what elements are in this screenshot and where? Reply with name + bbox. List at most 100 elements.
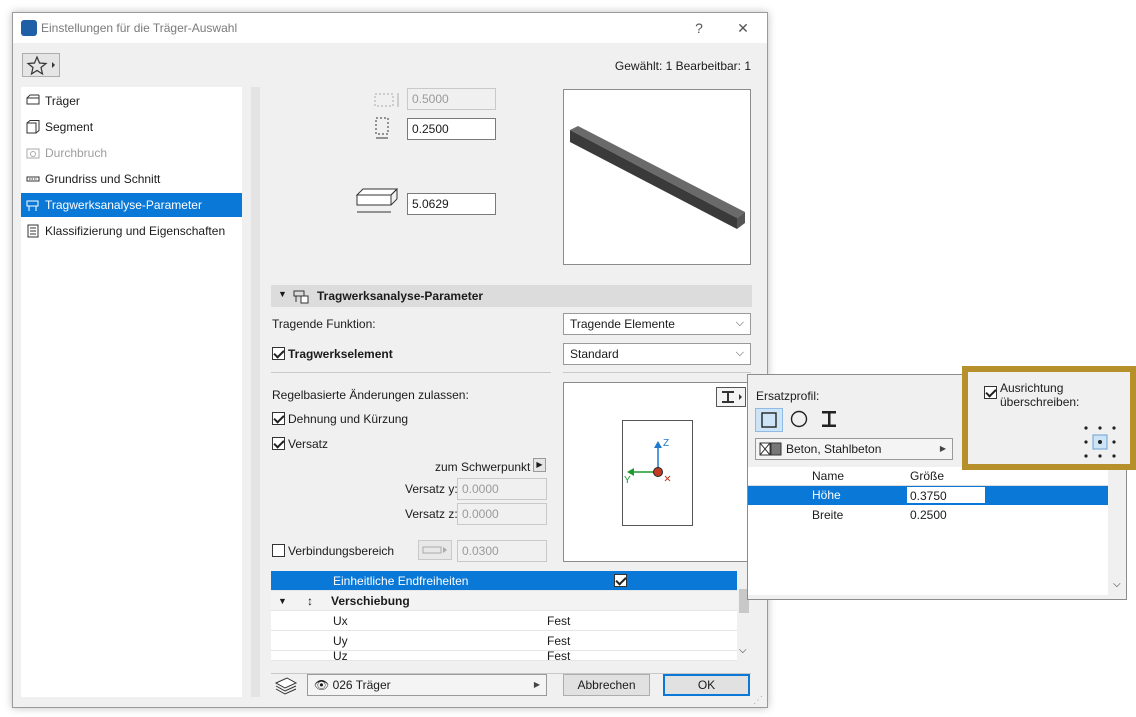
table-row[interactable]: Uy Fest [271,631,737,651]
anchor-point-icon[interactable] [1082,424,1120,462]
dehnung-checkbox[interactable] [272,412,285,425]
ausrichtung-label-line1: Ausrichtung [1000,381,1064,395]
ersatzprofil-label: Ersatzprofil: [756,389,820,403]
circle-icon [790,410,808,428]
sidebar-item-label: Durchbruch [45,146,108,160]
i-beam-icon [722,391,742,403]
chevron-down-icon[interactable]: ⌵ [739,645,747,656]
collapse-arrow-icon[interactable]: ▼ [278,591,287,611]
sidebar-item-segment[interactable]: Segment [21,115,242,139]
beam-3d-image [570,126,745,229]
sidebar-item-label: Tragwerksanalyse-Parameter [45,198,202,212]
table-cell: Ux [333,614,348,628]
height-field[interactable]: 0.2500 [407,118,496,140]
settings-content: 0.5000 0.2500 5.0629 ▼ Tragwerksanalyse-… [258,87,754,707]
regel-label: Regelbasierte Änderungen zulassen: [272,388,469,402]
versatz-z-field[interactable]: 0.0000 [457,503,547,525]
ausrichtung-highlight: Ausrichtung überschreiben: [962,366,1136,470]
sidebar-item-label: Klassifizierung und Eigenschaften [45,224,226,238]
close-button[interactable]: ✕ [731,17,755,39]
i-profile-button[interactable] [816,408,844,432]
sidebar-item-klassifizierung[interactable]: Klassifizierung und Eigenschaften [21,219,242,243]
layer-value: 026 Träger [332,678,391,692]
versatz-y-field[interactable]: 0.0000 [457,478,547,500]
height-dimension-icon [375,117,389,139]
updown-arrow-icon: ↕ [307,594,313,608]
tragende-funktion-select[interactable]: Tragende Elemente ⌵ [563,313,751,335]
verbindung-mode-button[interactable] [418,540,452,560]
connection-zone-icon [422,546,447,554]
tragende-funktion-label: Tragende Funktion: [272,317,376,331]
hole-icon [26,148,40,159]
hoehe-edit-field[interactable]: 0.3750 [906,486,986,504]
sidebar-item-traeger[interactable]: Träger [21,89,242,113]
verbindung-label: Verbindungsbereich [288,544,395,558]
favorites-button[interactable] [22,53,60,77]
star-icon [26,55,55,76]
table-cell: Fest [547,634,571,648]
sidebar-item-durchbruch[interactable]: Durchbruch [21,141,242,165]
table-row[interactable]: Höhe 0.3750 [748,486,1108,505]
beam-icon [26,94,40,105]
structural-icon [293,290,309,304]
sidebar-item-grundriss[interactable]: Grundriss und Schnitt [21,167,242,191]
ausrichtung-checkbox[interactable] [984,386,997,399]
layer-select[interactable]: 👁 026 Träger ▶ [307,674,547,696]
tragende-funktion-value: Tragende Elemente [570,317,675,331]
table-row[interactable]: ▼ ↕ Verschiebung [271,591,737,611]
app-logo-icon [21,20,37,36]
width-field[interactable]: 0.5000 [407,88,496,110]
width-dimension-icon [374,93,399,107]
resize-grip[interactable]: ⋰ [753,695,765,707]
help-button[interactable]: ? [687,17,711,39]
window-title: Einstellungen für die Träger-Auswahl [41,21,238,35]
verbindung-checkbox[interactable] [272,544,285,557]
popup-scrollbar[interactable]: ⌵ [1110,467,1126,595]
section-header[interactable]: ▼ Tragwerksanalyse-Parameter [271,285,752,307]
axis-y-label: Y [624,475,631,486]
cancel-button[interactable]: Abbrechen [563,674,650,696]
table-row[interactable]: Ux Fest [271,611,737,631]
sidebar-item-label: Träger [45,94,80,108]
arrow-right-icon: ▶ [939,444,946,453]
rectangle-profile-button[interactable] [755,408,783,432]
versatz-checkbox[interactable] [272,437,285,450]
eye-icon: 👁 [314,678,330,692]
segment-icon [26,120,40,134]
i-beam-icon [822,411,836,427]
length-field[interactable]: 5.0629 [407,193,496,215]
tragwerkselement-checkbox[interactable] [272,347,285,360]
material-value: Beton, Stahlbeton [786,442,882,456]
length-dimension-icon [355,188,399,213]
cross-section-preview: Z Y [563,382,751,562]
collapse-arrow-icon[interactable]: ▼ [278,289,287,299]
table-row[interactable]: Uz Fest [271,651,737,661]
table-row[interactable]: Einheitliche Endfreiheiten [271,571,737,591]
material-select[interactable]: Beton, Stahlbeton ▶ [755,438,953,460]
table-cell: Uy [333,634,348,648]
schwerpunkt-button[interactable]: ▶ [533,458,546,472]
settings-dialog: Einstellungen für die Träger-Auswahl ? ✕… [12,12,768,708]
tragwerkselement-select[interactable]: Standard ⌵ [563,343,751,365]
material-icon [759,442,782,456]
table-cell: 0.2500 [910,508,947,522]
classification-icon [27,224,39,238]
versatz-y-label: Versatz y: [405,482,458,496]
sidebar: Träger Segment Durchbruch Grundriss und … [21,87,242,697]
circle-profile-button[interactable] [786,408,814,432]
floorplan-icon [26,176,40,182]
table-row[interactable]: Breite 0.2500 [748,505,1108,525]
profile-table: Name Größe Höhe 0.3750 Breite 0.2500 [748,467,1108,595]
verbindung-field[interactable]: 0.0300 [457,540,547,562]
axis-z-label: Z [663,438,670,449]
ok-button[interactable]: OK [663,674,750,696]
sidebar-item-tragwerksanalyse[interactable]: Tragwerksanalyse-Parameter [21,193,242,217]
versatz-z-label: Versatz z: [405,507,458,521]
chevron-down-icon[interactable]: ⌵ [1113,579,1121,590]
ausrichtung-label-line2: überschreiben: [1000,395,1080,409]
table-cell: Uz [333,651,348,661]
table-cell: Verschiebung [331,594,410,608]
arrow-right-icon: ▶ [533,680,540,689]
einheitliche-endfreiheiten-checkbox[interactable] [614,574,627,587]
profile-popup-button[interactable] [716,387,746,407]
